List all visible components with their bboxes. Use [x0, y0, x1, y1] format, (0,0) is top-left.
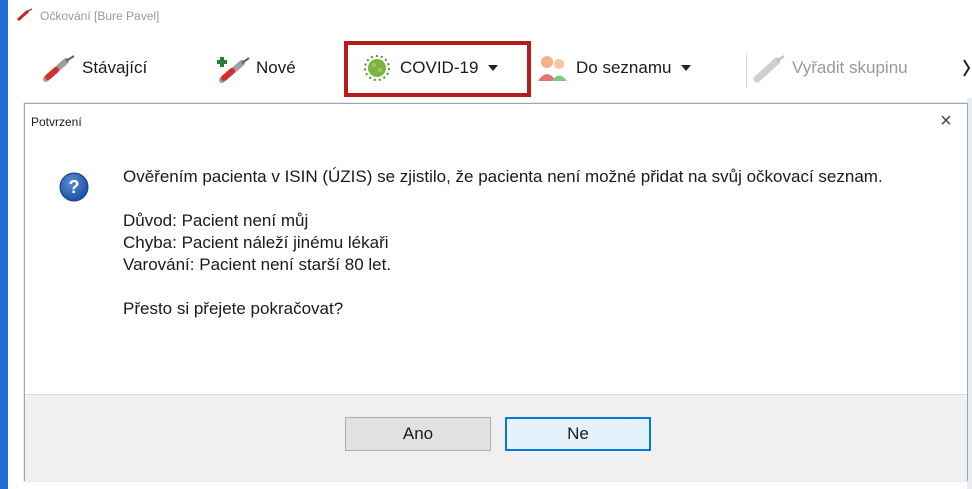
- to-list-dropdown-button[interactable]: Do seznamu: [534, 50, 692, 86]
- new-label: Nové: [256, 58, 296, 77]
- message-main: Ověřením pacienta v ISIN (ÚZIS) se zjist…: [123, 167, 883, 186]
- syringe-icon: [43, 55, 75, 82]
- covid-dropdown-button[interactable]: COVID-19: [358, 50, 499, 86]
- chevron-down-icon: [681, 65, 692, 71]
- message-reason: Důvod: Pacient není můj: [123, 211, 309, 230]
- covid-label: COVID-19: [400, 58, 479, 77]
- remove-group-label: Vyřadit skupinu: [792, 58, 908, 77]
- dialog-title: Potvrzení: [31, 115, 82, 129]
- dialog-footer: Ano Ne: [25, 394, 967, 481]
- app-window: Očkování [Bure Pavel] Stávající Nové COV…: [0, 0, 972, 489]
- virus-icon: [364, 55, 390, 81]
- remove-group-button[interactable]: Vyřadit skupinu: [750, 50, 908, 86]
- existing-label: Stávající: [82, 58, 148, 77]
- confirmation-dialog: Potvrzení × ? Ověřením pacienta v ISIN (…: [24, 103, 968, 481]
- overflow-icon[interactable]: [963, 56, 972, 82]
- svg-text:?: ?: [69, 177, 80, 197]
- message-warning: Varování: Pacient není starší 80 let.: [123, 255, 392, 274]
- window-title: Očkování [Bure Pavel]: [40, 9, 160, 23]
- syringe-disabled-icon: [753, 55, 785, 83]
- chevron-down-icon: [488, 65, 499, 71]
- message-question: Přesto si přejete pokračovat?: [123, 299, 344, 318]
- title-bar: Očkování [Bure Pavel]: [8, 0, 972, 31]
- window-left-border: [0, 0, 8, 489]
- dialog-message: Ověřením pacienta v ISIN (ÚZIS) se zjist…: [123, 166, 943, 320]
- yes-button[interactable]: Ano: [345, 417, 491, 451]
- add-syringe-icon: [217, 57, 250, 83]
- no-button[interactable]: Ne: [505, 417, 651, 451]
- question-icon: ?: [59, 172, 89, 202]
- to-list-label: Do seznamu: [576, 58, 672, 77]
- people-icon: [538, 56, 567, 81]
- dialog-body: ? Ověřením pacienta v ISIN (ÚZIS) se zji…: [25, 132, 967, 394]
- existing-button[interactable]: Stávající: [40, 50, 147, 86]
- close-icon[interactable]: ×: [935, 110, 957, 132]
- syringe-icon: [16, 8, 33, 22]
- new-button[interactable]: Nové: [214, 50, 296, 86]
- message-error: Chyba: Pacient náleží jinému lékaři: [123, 233, 389, 252]
- dialog-title-bar: Potvrzení ×: [25, 104, 967, 132]
- toolbar: Stávající Nové COVID-19 Do seznamu Vyřad…: [8, 30, 972, 98]
- toolbar-separator: [746, 54, 747, 88]
